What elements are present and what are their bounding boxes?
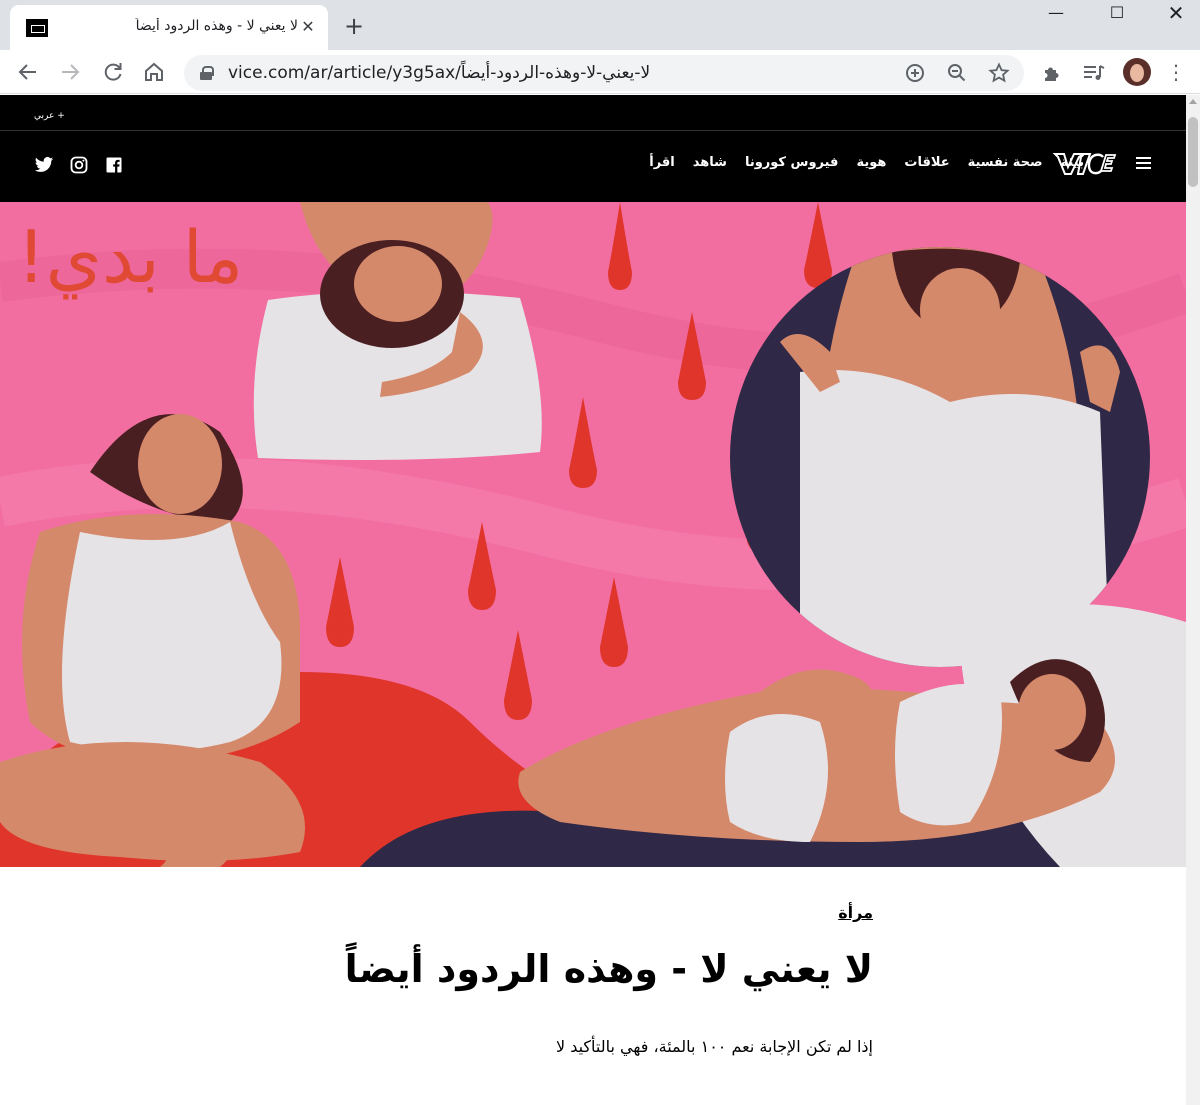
browser-tab[interactable]: لا يعني لا - وهذه الردود أيضاً ✕	[10, 5, 328, 50]
site-top-bar: + عربي	[0, 95, 1186, 131]
bookmark-star-icon[interactable]	[988, 62, 1010, 84]
instagram-icon[interactable]	[69, 155, 89, 175]
nav-link-watch[interactable]: شاهد	[693, 155, 727, 170]
hero-artwork: ما بدي!	[0, 202, 1186, 867]
lock-icon[interactable]	[200, 66, 214, 80]
hamburger-menu-icon[interactable]	[1136, 157, 1151, 170]
window-close-button[interactable]: ✕	[1156, 2, 1196, 26]
language-switch[interactable]: + عربي	[34, 111, 65, 121]
painted-text: ما بدي!	[17, 215, 243, 300]
browser-toolbar: vice.com/ar/article/y3g5ax/لا-يعني-لا-وه…	[0, 50, 1200, 94]
scrollbar-thumb[interactable]	[1188, 117, 1198, 187]
tab-close-icon[interactable]: ✕	[298, 17, 318, 37]
install-plus-icon[interactable]	[904, 62, 926, 84]
twitter-icon[interactable]	[34, 155, 54, 175]
primary-nav-links: اقرأ شاهد فيروس كورونا هوية علاقات صحة ن…	[649, 155, 1084, 170]
site-main-nav: اقرأ شاهد فيروس كورونا هوية علاقات صحة ن…	[0, 131, 1186, 202]
vice-favicon-icon	[26, 19, 48, 37]
article-header: مرأة لا يعني لا - وهذه الردود أيضاً إذا …	[0, 867, 1186, 1105]
facebook-icon[interactable]	[104, 155, 124, 175]
profile-avatar[interactable]	[1123, 58, 1151, 86]
address-bar[interactable]: vice.com/ar/article/y3g5ax/لا-يعني-لا-وه…	[184, 55, 1024, 91]
page-scrollbar[interactable]	[1186, 95, 1200, 1105]
scroll-up-arrow-icon[interactable]	[1189, 99, 1197, 104]
nav-link-read[interactable]: اقرأ	[649, 155, 675, 170]
nav-link-relationships[interactable]: علاقات	[904, 155, 949, 170]
page-viewport: + عربي اقرأ شاهد فيروس كورونا هوية علاقا…	[0, 95, 1186, 1105]
extensions-puzzle-icon[interactable]	[1040, 62, 1064, 84]
browser-menu-icon[interactable]: ⋮	[1166, 58, 1186, 86]
nav-link-coronavirus[interactable]: فيروس كورونا	[745, 155, 839, 170]
tab-title: لا يعني لا - وهذه الردود أيضاً	[135, 18, 298, 34]
hero-illustration: ما بدي!	[0, 202, 1186, 867]
nav-link-identity[interactable]: هوية	[856, 155, 886, 170]
article-category-link[interactable]: مرأة	[838, 903, 873, 922]
window-minimize-button[interactable]: —	[1036, 2, 1076, 26]
reload-icon[interactable]	[99, 58, 127, 86]
tab-strip: لا يعني لا - وهذه الردود أيضاً ✕ + — ☐ ✕	[0, 0, 1200, 50]
article-dek: إذا لم تكن الإجابة نعم ١٠٠ بالمئة، فهي ب…	[555, 1037, 873, 1056]
url-text[interactable]: vice.com/ar/article/y3g5ax/لا-يعني-لا-وه…	[228, 63, 650, 83]
home-icon[interactable]	[140, 58, 168, 86]
media-control-icon[interactable]	[1082, 62, 1106, 84]
back-arrow-icon[interactable]	[14, 58, 42, 86]
vice-logo[interactable]	[1051, 151, 1117, 177]
nav-link-mental-health[interactable]: صحة نفسية	[968, 155, 1043, 170]
forward-arrow-icon[interactable]	[56, 58, 84, 86]
new-tab-button[interactable]: +	[340, 13, 368, 41]
article-headline: لا يعني لا - وهذه الردود أيضاً	[344, 947, 873, 991]
zoom-out-icon[interactable]	[946, 62, 968, 84]
window-maximize-button[interactable]: ☐	[1097, 2, 1137, 26]
